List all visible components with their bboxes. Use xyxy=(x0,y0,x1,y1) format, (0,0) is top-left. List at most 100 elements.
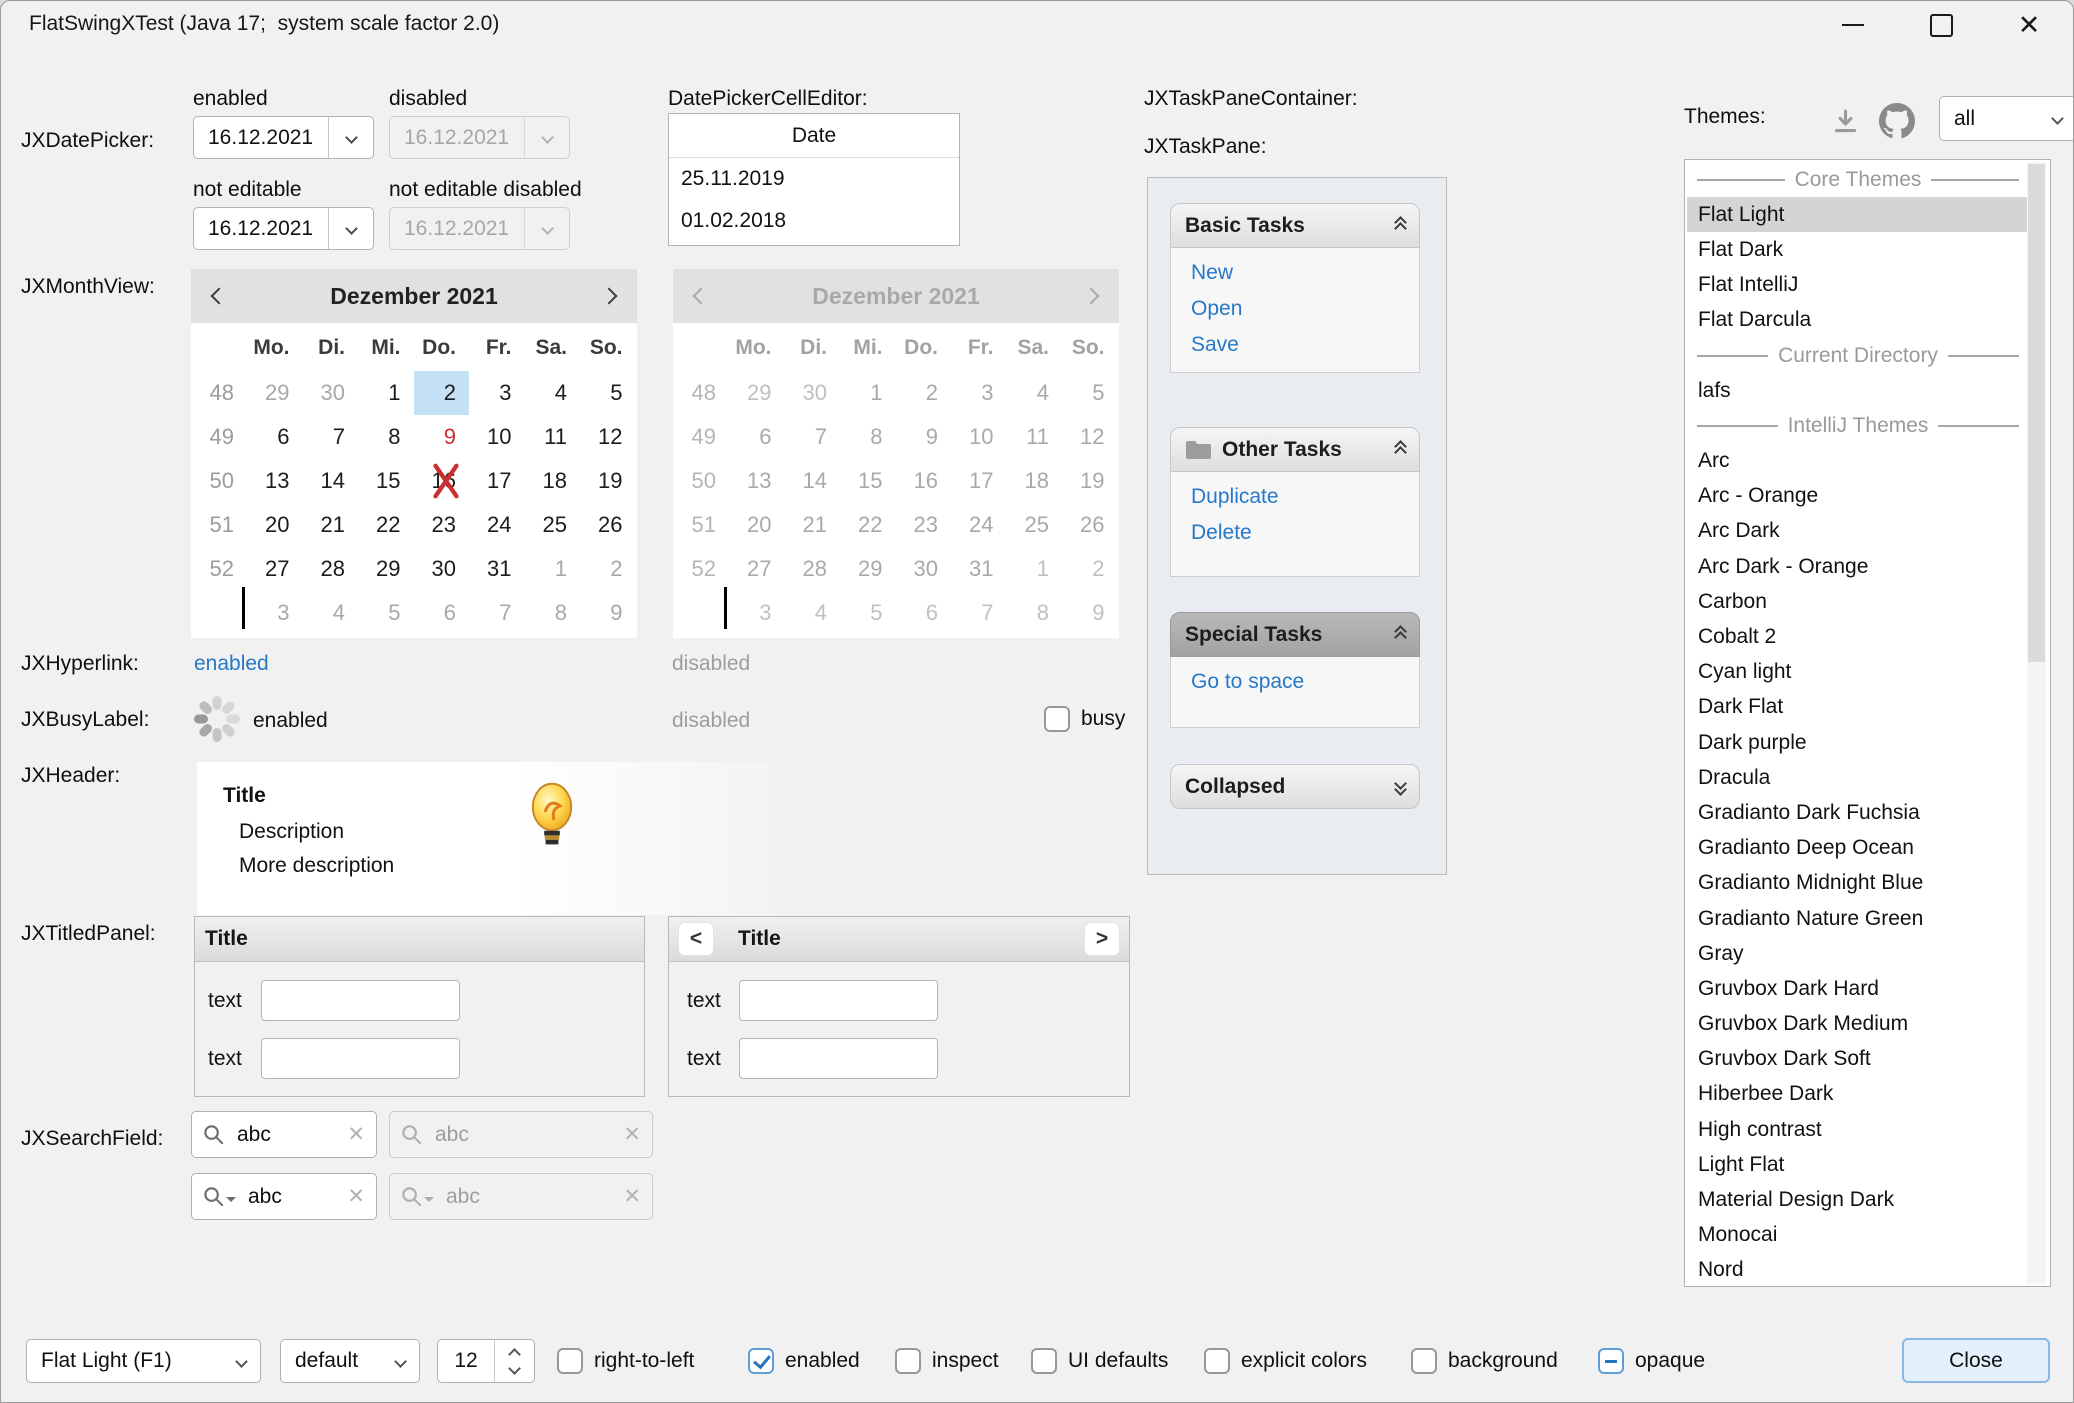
taskpane-header[interactable]: Collapsed xyxy=(1170,764,1420,809)
themes-scrollbar[interactable] xyxy=(2027,162,2046,1284)
scrollbar-thumb[interactable] xyxy=(2028,164,2045,662)
day-cell[interactable]: 15 xyxy=(358,459,414,503)
day-cell[interactable]: 31 xyxy=(469,547,525,591)
day-cell[interactable]: 2 xyxy=(580,547,636,591)
theme-item-arc[interactable]: Arc xyxy=(1687,444,2029,479)
spinner-arrows[interactable] xyxy=(495,1350,534,1373)
day-cell[interactable]: 4 xyxy=(525,371,581,415)
datepicker-enabled[interactable]: 16.12.2021 xyxy=(193,116,374,159)
day-cell[interactable]: 12 xyxy=(580,415,636,459)
theme-item-monocai[interactable]: Monocai xyxy=(1687,1218,2029,1253)
day-cell[interactable]: 17 xyxy=(469,459,525,503)
day-cell[interactable]: 25 xyxy=(525,503,581,547)
maximize-button[interactable] xyxy=(1908,1,1974,49)
titled-panel-prev-button[interactable]: < xyxy=(678,922,714,956)
prev-month-button[interactable] xyxy=(191,290,247,302)
checkbox-ui-defaults[interactable]: UI defaults xyxy=(1031,1348,1168,1374)
day-cell[interactable]: 9 xyxy=(414,415,470,459)
theme-item-flat-intellij[interactable]: Flat IntelliJ xyxy=(1687,268,2029,303)
datepicker-dropdown-button[interactable] xyxy=(328,117,373,158)
close-button[interactable]: Close xyxy=(1902,1338,2050,1383)
theme-item-gradianto-nature-green[interactable]: Gradianto Nature Green xyxy=(1687,901,2029,936)
day-cell[interactable]: 22 xyxy=(358,503,414,547)
checkbox-box[interactable] xyxy=(748,1348,774,1374)
checkbox-opaque[interactable]: opaque xyxy=(1598,1348,1705,1374)
task-link-save[interactable]: Save xyxy=(1171,327,1419,363)
themes-list[interactable]: Core ThemesFlat LightFlat DarkFlat Intel… xyxy=(1684,159,2051,1287)
titled-panel-next-button[interactable]: > xyxy=(1084,922,1120,956)
day-cell[interactable]: 7 xyxy=(303,415,359,459)
day-cell[interactable]: 20 xyxy=(247,503,303,547)
day-cell[interactable]: 23 xyxy=(414,503,470,547)
monthview-enabled[interactable]: Dezember 2021Mo.Di.Mi.Do.Fr.Sa.So.482930… xyxy=(191,269,637,640)
day-cell[interactable]: 4 xyxy=(303,591,359,635)
title-bar[interactable]: FlatSwingXTest (Java 17; system scale fa… xyxy=(1,1,2073,49)
theme-item-flat-darcula[interactable]: Flat Darcula xyxy=(1687,303,2029,338)
theme-item-gray[interactable]: Gray xyxy=(1687,936,2029,971)
theme-item-dark-purple[interactable]: Dark purple xyxy=(1687,725,2029,760)
day-cell[interactable]: 24 xyxy=(469,503,525,547)
taskpane-header[interactable]: Special Tasks xyxy=(1170,612,1420,657)
task-link-open[interactable]: Open xyxy=(1171,291,1419,327)
day-cell[interactable]: 16 xyxy=(414,459,470,503)
search-field-value[interactable]: abc xyxy=(248,1185,282,1209)
github-button[interactable] xyxy=(1873,97,1921,145)
text-field[interactable] xyxy=(261,1038,460,1079)
theme-item-arc-orange[interactable]: Arc - Orange xyxy=(1687,479,2029,514)
theme-item-gradianto-deep-ocean[interactable]: Gradianto Deep Ocean xyxy=(1687,831,2029,866)
day-cell[interactable]: 1 xyxy=(525,547,581,591)
table-row[interactable]: 25.11.2019 xyxy=(669,158,959,200)
task-link-go-to-space[interactable]: Go to space xyxy=(1171,664,1419,700)
checkbox-box[interactable] xyxy=(895,1348,921,1374)
busy-checkbox-box[interactable] xyxy=(1044,706,1070,732)
text-field[interactable] xyxy=(739,980,938,1021)
clear-search-icon[interactable]: ✕ xyxy=(347,1184,365,1209)
day-cell[interactable]: 8 xyxy=(525,591,581,635)
theme-item-material-design-dark[interactable]: Material Design Dark xyxy=(1687,1182,2029,1217)
task-link-delete[interactable]: Delete xyxy=(1171,515,1419,551)
theme-item-nord[interactable]: Nord xyxy=(1687,1253,2029,1287)
checkbox-box[interactable] xyxy=(1204,1348,1230,1374)
minimize-button[interactable] xyxy=(1820,1,1886,49)
day-cell[interactable]: 3 xyxy=(469,371,525,415)
datepicker-not-editable[interactable]: 16.12.2021 xyxy=(193,207,374,250)
datepicker-dropdown-button[interactable] xyxy=(328,208,373,249)
laf-combo[interactable]: Flat Light (F1) xyxy=(26,1339,261,1383)
day-cell[interactable]: 30 xyxy=(414,547,470,591)
font-size-spinner[interactable]: 12 xyxy=(437,1339,535,1383)
text-field[interactable] xyxy=(261,980,460,1021)
theme-item-dracula[interactable]: Dracula xyxy=(1687,760,2029,795)
day-cell[interactable]: 26 xyxy=(580,503,636,547)
day-cell[interactable]: 1 xyxy=(358,371,414,415)
theme-item-flat-light[interactable]: Flat Light xyxy=(1687,197,2029,232)
day-cell[interactable]: 29 xyxy=(358,547,414,591)
themes-filter-combo[interactable]: all xyxy=(1939,96,2074,141)
theme-item-gradianto-midnight-blue[interactable]: Gradianto Midnight Blue xyxy=(1687,866,2029,901)
day-cell[interactable]: 18 xyxy=(525,459,581,503)
datepicker-value[interactable]: 16.12.2021 xyxy=(194,126,328,150)
day-cell[interactable]: 10 xyxy=(469,415,525,459)
download-themes-button[interactable] xyxy=(1823,99,1867,143)
theme-item-light-flat[interactable]: Light Flat xyxy=(1687,1147,2029,1182)
search-field[interactable]: abc✕ xyxy=(191,1111,377,1158)
table-header-date[interactable]: Date xyxy=(669,114,959,158)
theme-item-hiberbee-dark[interactable]: Hiberbee Dark xyxy=(1687,1077,2029,1112)
style-combo[interactable]: default xyxy=(280,1339,420,1383)
theme-item-dark-flat[interactable]: Dark Flat xyxy=(1687,690,2029,725)
theme-item-carbon[interactable]: Carbon xyxy=(1687,584,2029,619)
day-cell[interactable]: 19 xyxy=(580,459,636,503)
theme-item-lafs[interactable]: lafs xyxy=(1687,373,2029,408)
day-cell[interactable]: 11 xyxy=(525,415,581,459)
theme-item-gruvbox-dark-hard[interactable]: Gruvbox Dark Hard xyxy=(1687,971,2029,1006)
clear-search-icon[interactable]: ✕ xyxy=(347,1122,365,1147)
task-link-duplicate[interactable]: Duplicate xyxy=(1171,479,1419,515)
theme-item-flat-dark[interactable]: Flat Dark xyxy=(1687,232,2029,267)
day-cell[interactable]: 3 xyxy=(247,591,303,635)
day-cell[interactable]: 7 xyxy=(469,591,525,635)
theme-item-gradianto-dark-fuchsia[interactable]: Gradianto Dark Fuchsia xyxy=(1687,795,2029,830)
checkbox-enabled[interactable]: enabled xyxy=(748,1348,860,1374)
day-cell[interactable]: 29 xyxy=(247,371,303,415)
day-cell[interactable]: 5 xyxy=(580,371,636,415)
theme-item-cyan-light[interactable]: Cyan light xyxy=(1687,655,2029,690)
theme-item-gruvbox-dark-soft[interactable]: Gruvbox Dark Soft xyxy=(1687,1042,2029,1077)
